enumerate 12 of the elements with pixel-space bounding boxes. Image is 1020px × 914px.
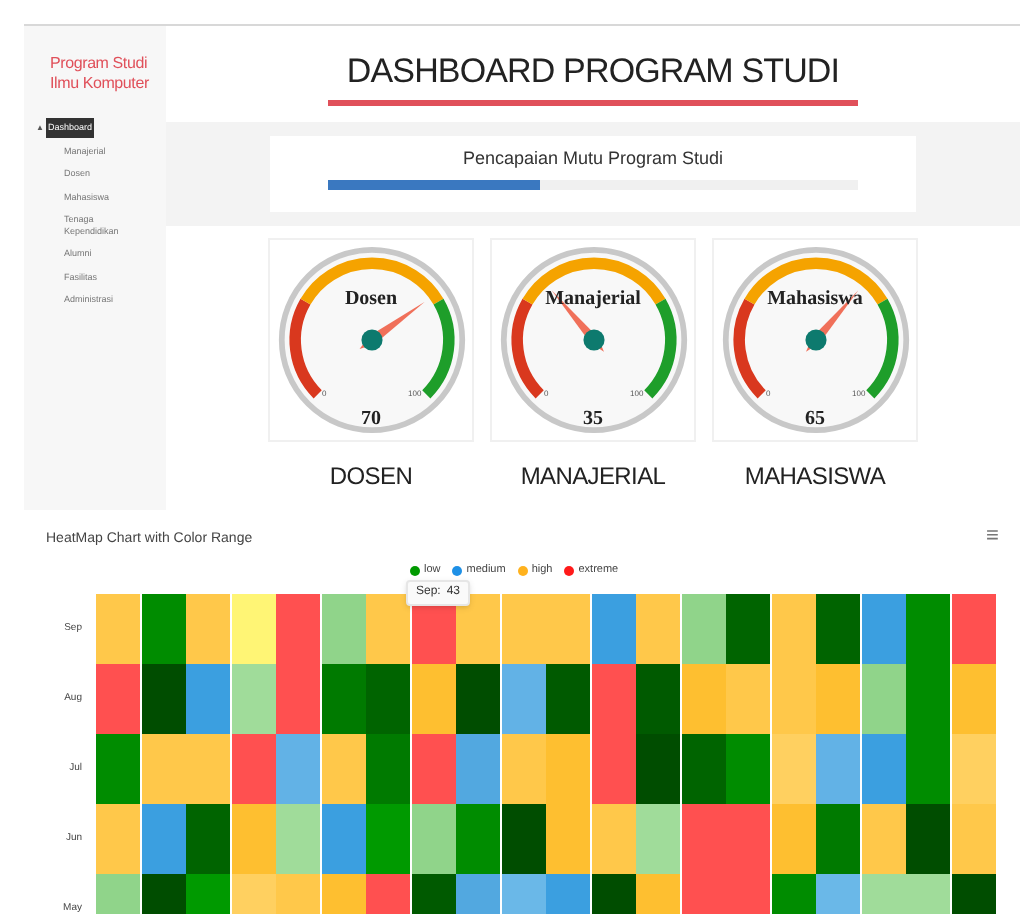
gauge-caption: MAHASISWA [744,460,886,494]
progress-title: Pencapaian Mutu Program Studi [462,146,724,172]
page-title: DASHBOARD PROGRAM STUDI [346,51,840,91]
gauge-caption: MANAJERIAL [520,460,666,494]
gauge-value: 70 [359,406,383,434]
gauge-value: 65 [803,406,827,434]
gauge-caption: DOSEN [329,460,413,494]
gauge-value: 35 [581,406,605,434]
gauge-title: Dosen [342,286,400,314]
brand-name: Program Studi Ilmu Komputer [50,54,151,94]
menu-icon[interactable]: ≡ [986,524,999,548]
gauge-needle [358,301,424,351]
